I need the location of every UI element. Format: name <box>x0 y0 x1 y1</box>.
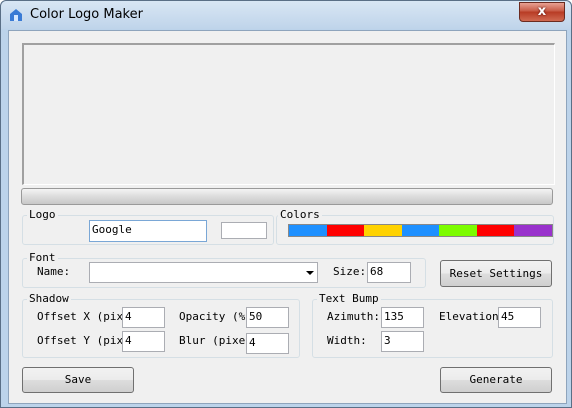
font-name-select[interactable] <box>89 262 318 283</box>
color-swatch[interactable] <box>439 225 478 236</box>
elevation-input[interactable]: 45 <box>498 307 541 328</box>
logo-preview <box>22 43 555 185</box>
blur-label: Blur (pixel <box>179 334 252 347</box>
logo-extra-input[interactable] <box>221 222 267 239</box>
color-swatch[interactable] <box>401 225 440 236</box>
save-button[interactable]: Save <box>22 367 134 393</box>
generate-button[interactable]: Generate <box>440 367 552 393</box>
font-size-input[interactable]: 68 <box>367 262 411 283</box>
color-swatch-bar[interactable] <box>288 224 553 237</box>
app-window: Color Logo Maker x Logo Google Colors Fo… <box>0 0 572 408</box>
title-bar[interactable]: Color Logo Maker x <box>1 1 571 29</box>
preview-scrollbar[interactable] <box>21 188 553 205</box>
opacity-input[interactable]: 50 <box>246 307 289 328</box>
elevation-label: Elevation: <box>439 310 506 323</box>
width-label: Width: <box>327 334 367 347</box>
logo-group-label: Logo <box>27 208 58 221</box>
color-swatch[interactable] <box>476 225 515 236</box>
opacity-label: Opacity (%) <box>179 310 252 323</box>
color-swatch[interactable] <box>289 225 328 236</box>
colors-group-label: Colors <box>278 208 322 221</box>
chevron-down-icon <box>306 271 314 275</box>
font-size-label: Size: <box>333 265 367 278</box>
text-bump-group-label: Text Bump <box>317 292 381 305</box>
offset-y-label: Offset Y (pixe <box>37 334 130 347</box>
offset-x-label: Offset X (pixe <box>37 310 130 323</box>
blur-input[interactable]: 4 <box>246 333 289 354</box>
font-group-label: Font <box>27 251 58 264</box>
window-title: Color Logo Maker <box>30 7 143 22</box>
font-name-label: Name: <box>37 265 71 278</box>
width-input[interactable]: 3 <box>381 331 424 352</box>
offset-y-input[interactable]: 4 <box>122 331 165 352</box>
reset-settings-button[interactable]: Reset Settings <box>440 260 552 287</box>
color-swatch[interactable] <box>514 225 552 236</box>
offset-x-input[interactable]: 4 <box>122 307 165 328</box>
close-icon: x <box>537 4 547 19</box>
logo-text-input[interactable]: Google <box>89 220 207 242</box>
shadow-group-label: Shadow <box>27 292 71 305</box>
client-area: Logo Google Colors Font Name: Size: 68 R… <box>8 30 567 404</box>
app-icon <box>10 9 22 21</box>
azimuth-input[interactable]: 135 <box>381 307 424 328</box>
color-swatch[interactable] <box>326 225 365 236</box>
close-button[interactable]: x <box>519 2 565 22</box>
azimuth-label: Azimuth: <box>327 310 380 323</box>
color-swatch[interactable] <box>364 225 403 236</box>
